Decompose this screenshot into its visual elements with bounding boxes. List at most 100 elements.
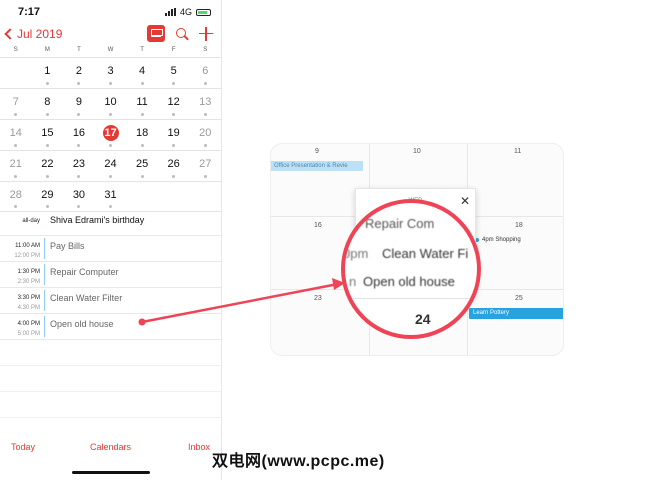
search-icon[interactable] [175, 27, 189, 41]
day-number: 11 [514, 148, 522, 155]
day-cell[interactable]: 31 [95, 182, 127, 211]
event-calendar-bar [44, 264, 45, 285]
day-cell[interactable]: 8 [32, 89, 64, 119]
event-calendar-bar [44, 238, 45, 259]
day-number: 28 [9, 189, 22, 201]
day-number: 8 [44, 96, 51, 108]
event-time: 1:30 PM 2:30 PM [0, 267, 40, 287]
event-dot-icon [203, 144, 207, 147]
day-number: 26 [167, 158, 180, 170]
event-calendar-bar [44, 316, 45, 337]
day-cell[interactable]: 22 [32, 151, 64, 181]
tab-calendars[interactable]: Calendars [90, 442, 131, 452]
day-cell[interactable]: 21 [0, 151, 32, 181]
week-row: 21 22 23 24 25 26 27 [0, 150, 221, 181]
event-row[interactable]: 11:00 AM 12:00 PM Pay Bills [0, 236, 221, 262]
event-shopping[interactable]: 4pm Shopping [475, 237, 521, 243]
event-start-time: 4:00 PM [17, 321, 40, 327]
event-row[interactable]: 3:30 PM 4:30 PM Clean Water Filter [0, 288, 221, 314]
day-cell[interactable]: 9 [63, 89, 95, 119]
weekday-label: F [171, 47, 176, 53]
weekday-header: SMTWTFS [0, 47, 221, 57]
day-cell[interactable]: 4 [126, 58, 158, 88]
day-number: 15 [41, 127, 54, 139]
day-cell[interactable]: 5 [158, 58, 190, 88]
weekday-label: T [77, 47, 81, 53]
event-office-presentation[interactable]: Office Presentation & Revie [271, 161, 363, 171]
event-row[interactable]: 4:00 PM 5:00 PM Open old house [0, 314, 221, 340]
day-cell[interactable]: 7 [0, 89, 32, 119]
day-number: 10 [413, 148, 421, 155]
event-dot-icon [140, 113, 144, 116]
nav-bar: Jul 2019 [0, 24, 221, 46]
day-cell[interactable]: 1 [32, 58, 64, 88]
event-dot-icon [203, 82, 207, 85]
day-cell[interactable]: 18 [126, 120, 158, 150]
day-cell[interactable]: 6 [189, 58, 221, 88]
day-cell[interactable]: 19 [158, 120, 190, 150]
day-cell[interactable]: 30 [63, 182, 95, 211]
event-dot-icon [77, 175, 81, 178]
day-cell[interactable]: 29 [32, 182, 64, 211]
event-learn-pottery[interactable]: Learn Pottery [469, 308, 563, 319]
week-row: 28 29 30 31 [0, 181, 221, 212]
event-title: Clean Water Filter [50, 293, 123, 303]
day-number: 11 [136, 96, 148, 108]
event-dot-icon [77, 113, 81, 116]
grid-line [345, 298, 477, 299]
day-number: 17 [102, 125, 119, 141]
day-cell[interactable]: 10 [95, 89, 127, 119]
day-cell[interactable]: 23 [63, 151, 95, 181]
day-cell[interactable]: 28 [0, 182, 32, 211]
day-cell[interactable]: 14 [0, 120, 32, 150]
tab-today[interactable]: Today [11, 442, 35, 452]
tab-bar: Today Calendars Inbox [0, 442, 221, 458]
event-dot-icon [45, 82, 49, 85]
day-number: 29 [41, 189, 54, 201]
phone-calendar-screen: 7:17 4G Jul 2019 SMTWTFS 1 2 3 4 5 6 7 8 9 10 11 12… [0, 0, 222, 480]
day-number: 31 [104, 189, 117, 201]
event-row[interactable]: 1:30 PM 2:30 PM Repair Computer [0, 262, 221, 288]
event-calendar-bar [44, 290, 45, 311]
day-cell[interactable]: 25 [126, 151, 158, 181]
event-end-time: 2:30 PM [17, 279, 40, 285]
day-cell[interactable]: 16 [63, 120, 95, 150]
event-dot-icon [172, 82, 176, 85]
event-dot-icon [109, 113, 113, 116]
day-cell[interactable]: 2 [63, 58, 95, 88]
day-cell [158, 182, 190, 211]
day-cell[interactable]: 26 [158, 151, 190, 181]
tab-inbox[interactable]: Inbox [188, 442, 210, 452]
day-cell[interactable]: 20 [189, 120, 221, 150]
day-cell[interactable]: 15 [32, 120, 64, 150]
magnified-open-prefix: n [349, 274, 357, 289]
event-dot-icon [172, 175, 176, 178]
day-cell[interactable]: 24 [95, 151, 127, 181]
event-dot-icon [77, 144, 81, 147]
close-icon[interactable]: ✕ [460, 194, 470, 208]
empty-row [0, 366, 221, 392]
event-start-time: 1:30 PM [17, 269, 40, 275]
add-event-icon[interactable] [199, 26, 213, 41]
day-cell[interactable]: 3 [95, 58, 127, 88]
day-cell[interactable]: 11 [126, 89, 158, 119]
back-to-month-button[interactable]: Jul 2019 [4, 27, 62, 41]
day-cell-today[interactable]: 17 [95, 120, 127, 150]
day-number: 1 [44, 65, 51, 77]
day-number: 9 [315, 148, 319, 155]
status-indicators: 4G [164, 7, 211, 17]
day-number: 10 [104, 96, 117, 108]
event-start-time: 3:30 PM [17, 295, 40, 301]
event-dot-icon [77, 205, 81, 208]
day-cell[interactable]: 27 [189, 151, 221, 181]
day-number: 12 [167, 96, 180, 108]
event-dot-icon [14, 113, 18, 116]
day-number: 25 [135, 158, 149, 170]
day-number: 25 [515, 295, 523, 302]
day-cell[interactable]: 13 [189, 89, 221, 119]
day-cell[interactable]: 12 [158, 89, 190, 119]
list-view-icon[interactable] [147, 25, 165, 42]
day-number: 7 [12, 96, 19, 108]
network-label: 4G [179, 7, 192, 17]
event-row[interactable]: all-day Shiva Edrami's birthday [0, 210, 221, 236]
